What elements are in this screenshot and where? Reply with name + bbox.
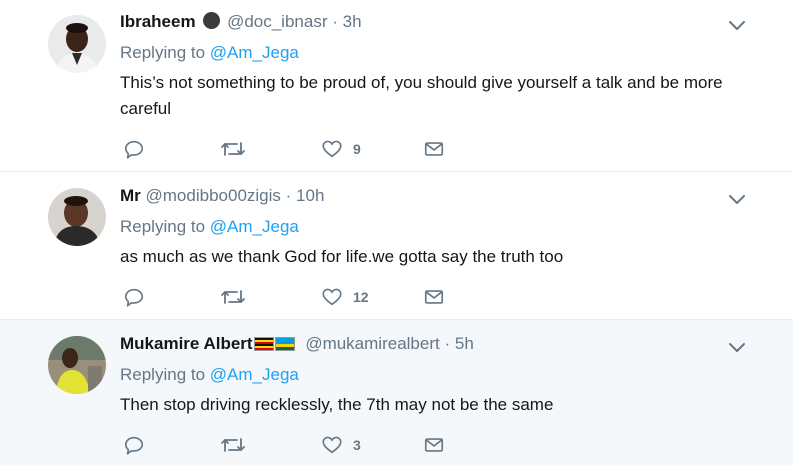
- mention-link[interactable]: @Am_Jega: [210, 365, 299, 384]
- separator: ·: [285, 186, 292, 205]
- like-button[interactable]: 12: [321, 285, 369, 309]
- tweet-header: Mr @modibbo00zigis · 10h: [120, 186, 324, 206]
- chevron-down-icon[interactable]: [727, 340, 747, 354]
- retweet-icon: [221, 142, 245, 156]
- tweet-1[interactable]: Ibraheem @doc_ibnasr · 3h Replying to @A…: [0, 0, 793, 172]
- envelope-icon: [424, 290, 444, 304]
- reply-icon: [124, 140, 144, 159]
- rwanda-flag-icon: [274, 337, 295, 351]
- user-handle[interactable]: @mukamirealbert: [305, 334, 439, 353]
- heart-icon: [322, 288, 342, 306]
- replying-label: Replying to: [120, 217, 206, 236]
- timestamp[interactable]: 5h: [455, 334, 474, 353]
- heart-icon: [322, 436, 342, 454]
- envelope-icon: [424, 142, 444, 156]
- retweet-icon: [221, 290, 245, 304]
- reply-button[interactable]: [123, 433, 145, 457]
- mention-link[interactable]: @Am_Jega: [210, 43, 299, 62]
- reply-icon: [124, 288, 144, 307]
- tweet-3[interactable]: Mukamire Albert @mukamirealbert · 5h Rep…: [0, 320, 793, 465]
- replying-to: Replying to @Am_Jega: [120, 365, 299, 385]
- retweet-icon: [221, 438, 245, 452]
- direct-message-button[interactable]: [423, 433, 445, 457]
- reply-button[interactable]: [123, 137, 145, 161]
- separator: ·: [444, 334, 451, 353]
- user-handle[interactable]: @modibbo00zigis: [146, 186, 281, 205]
- tweet-header: Ibraheem @doc_ibnasr · 3h: [120, 12, 362, 32]
- like-button[interactable]: 9: [321, 137, 361, 161]
- verified-icon: [203, 12, 221, 29]
- tweet-text: Then stop driving recklessly, the 7th ma…: [120, 395, 554, 414]
- retweet-button[interactable]: [220, 137, 246, 161]
- avatar[interactable]: [48, 188, 106, 246]
- replying-label: Replying to: [120, 365, 206, 384]
- envelope-icon: [424, 438, 444, 452]
- reply-button[interactable]: [123, 285, 145, 309]
- tweet-2[interactable]: Mr @modibbo00zigis · 10h Replying to @Am…: [0, 172, 793, 320]
- uganda-flag-icon: [253, 337, 274, 351]
- retweet-button[interactable]: [220, 285, 246, 309]
- replying-label: Replying to: [120, 43, 206, 62]
- user-handle[interactable]: @doc_ibnasr: [227, 12, 327, 31]
- like-button[interactable]: 3: [321, 433, 361, 457]
- replying-to: Replying to @Am_Jega: [120, 217, 299, 237]
- direct-message-button[interactable]: [423, 137, 445, 161]
- replying-to: Replying to @Am_Jega: [120, 43, 299, 63]
- timestamp[interactable]: 10h: [296, 186, 324, 205]
- mention-link[interactable]: @Am_Jega: [210, 217, 299, 236]
- chevron-down-icon[interactable]: [727, 18, 747, 32]
- user-name[interactable]: Ibraheem: [120, 12, 196, 31]
- like-count: 9: [353, 141, 361, 157]
- separator: ·: [332, 12, 338, 31]
- retweet-button[interactable]: [220, 433, 246, 457]
- user-name[interactable]: Mukamire Albert: [120, 334, 253, 353]
- heart-icon: [322, 140, 342, 158]
- like-count: 3: [353, 437, 361, 453]
- tweet-text: as much as we thank God for life.we gott…: [120, 247, 564, 266]
- tweet-header: Mukamire Albert @mukamirealbert · 5h: [120, 334, 474, 354]
- avatar[interactable]: [48, 15, 106, 73]
- chevron-down-icon[interactable]: [727, 192, 747, 206]
- reply-icon: [124, 436, 144, 455]
- user-name[interactable]: Mr: [120, 186, 141, 205]
- timestamp[interactable]: 3h: [343, 12, 362, 31]
- tweet-text: This’s not something to be proud of, you…: [120, 73, 723, 118]
- direct-message-button[interactable]: [423, 285, 445, 309]
- avatar[interactable]: [48, 336, 106, 394]
- like-count: 12: [353, 289, 369, 305]
